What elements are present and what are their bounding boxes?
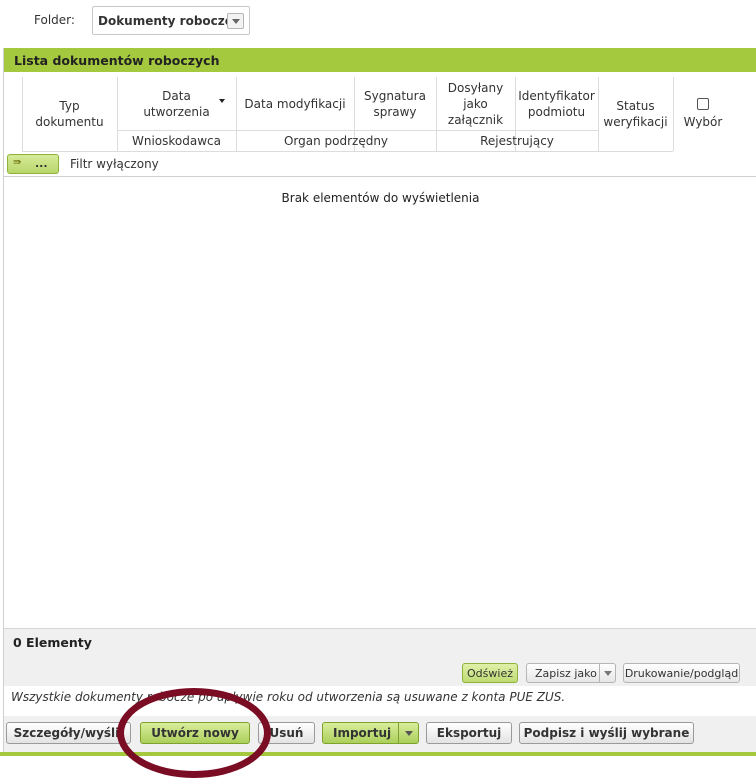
panel-title: Lista dokumentów roboczych bbox=[4, 48, 756, 72]
col-header-typ-dokumentu[interactable]: Typ dokumentu bbox=[22, 77, 117, 151]
col-header-dosylany[interactable]: Dosyłany jako załącznik bbox=[436, 77, 515, 130]
refresh-button[interactable]: Odśwież bbox=[462, 663, 518, 683]
col-header-label: Sygnatura sprawy bbox=[364, 88, 426, 119]
save-as-button[interactable]: Zapisz jako bbox=[526, 663, 616, 683]
filter-icon: ⇛ bbox=[13, 157, 22, 168]
col-header-label: Rejestrujący bbox=[480, 133, 554, 148]
filter-row: ⇛ ... Filtr wyłączony bbox=[4, 152, 756, 176]
documents-panel: Lista dokumentów roboczych Typ dokumentu… bbox=[3, 48, 756, 752]
filter-status: Filtr wyłączony bbox=[70, 157, 159, 171]
delete-button[interactable]: Usuń bbox=[258, 722, 315, 744]
folder-label: Folder: bbox=[34, 13, 75, 27]
refresh-button-label: Odśwież bbox=[467, 666, 513, 680]
col-header-wybor: Wybór bbox=[673, 77, 733, 151]
export-button[interactable]: Eksportuj bbox=[426, 722, 512, 744]
col-header-label: Data modyfikacji bbox=[244, 96, 346, 111]
empty-message: Brak elementów do wyświetlenia bbox=[281, 191, 480, 205]
grid-toolbar: Odśwież Zapisz jako Drukowanie/podgląd bbox=[4, 654, 756, 686]
col-header-label: Typ dokumentu bbox=[35, 99, 104, 129]
folder-select[interactable]: Dokumenty robocze bbox=[92, 6, 250, 35]
col-header-label: Wnioskodawca bbox=[132, 133, 221, 148]
print-preview-button[interactable]: Drukowanie/podgląd bbox=[623, 663, 740, 683]
export-button-label: Eksportuj bbox=[436, 726, 502, 740]
details-send-button-label: Szczegóły/wyślij bbox=[13, 726, 124, 740]
col-header-sygnatura-sprawy[interactable]: Sygnatura sprawy bbox=[354, 77, 436, 130]
sort-desc-icon bbox=[219, 99, 225, 103]
chevron-down-icon[interactable] bbox=[405, 731, 413, 736]
items-count-bar: 0 Elementy bbox=[4, 628, 756, 654]
bottom-accent-line bbox=[0, 752, 756, 756]
col-header-label: Dosyłany jako załącznik bbox=[447, 80, 504, 127]
sign-send-selected-button[interactable]: Podpisz i wyślij wybrane bbox=[519, 722, 694, 744]
col-header-label: Identyfikator podmiotu bbox=[518, 88, 595, 119]
import-button[interactable]: Importuj bbox=[322, 722, 419, 744]
items-count: 0 Elementy bbox=[13, 635, 92, 650]
col-header-label: Data utworzenia bbox=[143, 88, 210, 119]
chevron-down-icon bbox=[232, 19, 240, 24]
col-header-organ-podrzedny[interactable]: Organ podrzędny bbox=[236, 130, 436, 151]
col-header-data-modyfikacji[interactable]: Data modyfikacji bbox=[236, 77, 354, 130]
split-divider bbox=[599, 664, 600, 682]
chevron-down-icon[interactable] bbox=[604, 671, 612, 676]
grid-body: Brak elementów do wyświetlenia bbox=[4, 176, 756, 628]
col-header-status-weryfikacji[interactable]: Status weryfikacji bbox=[598, 77, 673, 151]
folder-bar: Folder: Dokumenty robocze bbox=[0, 0, 756, 42]
import-button-label: Importuj bbox=[333, 726, 392, 740]
col-header-data-utworzenia[interactable]: Data utworzenia bbox=[117, 77, 236, 130]
sign-send-selected-button-label: Podpisz i wyślij wybrane bbox=[523, 726, 690, 740]
retention-note: Wszystkie dokumenty robocze po upływie r… bbox=[11, 690, 566, 704]
save-as-button-label: Zapisz jako bbox=[535, 666, 597, 680]
split-divider bbox=[398, 723, 399, 743]
col-header-label: Wybór bbox=[683, 115, 723, 129]
print-preview-button-label: Drukowanie/podgląd bbox=[624, 666, 739, 680]
delete-button-label: Usuń bbox=[269, 726, 304, 740]
col-header-label: Status weryfikacji bbox=[603, 99, 668, 129]
col-header-wnioskodawca[interactable]: Wnioskodawca bbox=[117, 130, 236, 151]
select-all-checkbox[interactable] bbox=[697, 98, 709, 110]
filter-button[interactable]: ⇛ ... bbox=[7, 154, 59, 174]
filter-button-label: ... bbox=[35, 157, 48, 170]
folder-select-value: Dokumenty robocze bbox=[98, 14, 233, 28]
col-header-identyfikator[interactable]: Identyfikator podmiotu bbox=[515, 77, 598, 130]
action-bar: Szczegóły/wyślij Utwórz nowy Usuń Import… bbox=[4, 716, 756, 752]
create-new-button[interactable]: Utwórz nowy bbox=[140, 722, 250, 744]
col-header-rejestrujacy[interactable]: Rejestrujący bbox=[436, 130, 598, 151]
col-header-label: Organ podrzędny bbox=[283, 133, 389, 148]
folder-dropdown-button[interactable] bbox=[227, 13, 244, 29]
create-new-button-label: Utwórz nowy bbox=[151, 726, 239, 740]
details-send-button[interactable]: Szczegóły/wyślij bbox=[6, 722, 131, 744]
